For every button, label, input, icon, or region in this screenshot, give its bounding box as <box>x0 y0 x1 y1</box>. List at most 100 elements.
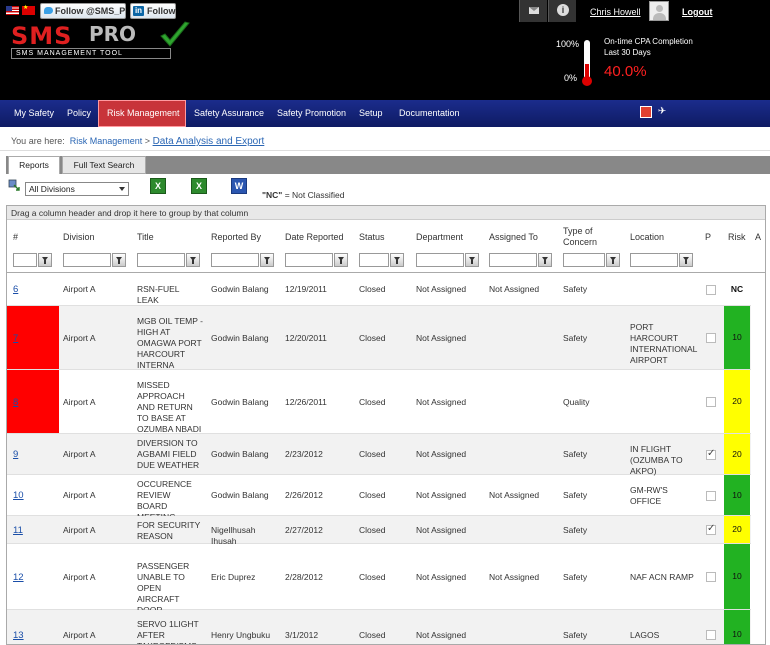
report-id-link[interactable]: 9 <box>13 449 18 460</box>
filter-icon[interactable] <box>606 253 620 267</box>
linkedin-follow-button[interactable]: in Follow <box>130 3 176 19</box>
filter-icon[interactable] <box>538 253 552 267</box>
col-header-a[interactable]: A <box>755 232 761 243</box>
p-checkbox[interactable] <box>706 490 716 501</box>
p-checkbox[interactable] <box>706 397 716 407</box>
col-header-location[interactable]: Location <box>630 232 664 243</box>
col-header-status[interactable]: Status <box>359 232 385 243</box>
tab-reports[interactable]: Reports <box>8 156 60 174</box>
alert-icon[interactable] <box>640 106 652 118</box>
cell-department: Not Assigned <box>416 332 467 343</box>
table-row[interactable]: 10Airport AOCCURENCE REVIEW BOARD MEETIN… <box>7 475 765 522</box>
filter-input-concern[interactable] <box>563 253 605 267</box>
filter-input-status[interactable] <box>359 253 389 267</box>
risk-score: 20 <box>724 516 750 543</box>
table-row[interactable]: 11 Airport A FOR SECURITY REASON Nigellhusa… <box>7 516 765 546</box>
avatar[interactable] <box>649 1 669 21</box>
p-checkbox[interactable] <box>706 523 716 535</box>
filter-input-title[interactable] <box>137 253 185 267</box>
filter-input-assigned-to[interactable] <box>489 253 537 267</box>
flag-us-icon[interactable] <box>6 6 19 15</box>
col-header-department[interactable]: Department <box>416 232 463 243</box>
info-icon[interactable] <box>548 0 576 22</box>
sms-pro-logo[interactable]: SMS PRO SMS MANAGEMENT TOOL <box>11 21 193 82</box>
filter-input-division[interactable] <box>63 253 111 267</box>
table-row[interactable]: 7 Airport A MGB OIL TEMP -HIGH AT OMAGWA P… <box>7 306 765 370</box>
filter-icon[interactable] <box>260 253 274 267</box>
word-export-icon[interactable]: W <box>231 178 247 194</box>
col-header-id[interactable]: # <box>13 232 18 243</box>
col-header-risk[interactable]: Risk <box>728 232 746 243</box>
table-row[interactable]: 6 Airport A RSN-FUEL LEAK Godwin Balang 12/1… <box>7 273 765 306</box>
report-id-link[interactable]: 6 <box>13 284 18 295</box>
excel-export-icon[interactable]: X <box>150 178 166 194</box>
grid-right-gutter <box>751 273 765 644</box>
filter-input-date[interactable] <box>285 253 333 267</box>
col-header-date-reported[interactable]: Date Reported <box>285 232 344 243</box>
nav-setup[interactable]: Setup <box>351 100 391 127</box>
filter-input-id[interactable] <box>13 253 37 267</box>
nav-risk-management[interactable]: Risk Management <box>98 100 186 127</box>
col-header-assigned-to[interactable]: Assigned To <box>489 232 538 243</box>
col-header-title[interactable]: Title <box>137 232 154 243</box>
report-id-link[interactable]: 10 <box>13 490 24 501</box>
risk-score: 20 <box>724 370 750 433</box>
p-checkbox[interactable] <box>706 572 716 582</box>
division-select[interactable]: All Divisions <box>25 182 129 196</box>
filter-icon[interactable] <box>334 253 348 267</box>
cell-concern: Safety <box>563 332 588 343</box>
filter-icon[interactable] <box>38 253 52 267</box>
filter-icon[interactable] <box>186 253 200 267</box>
risk-score: NC <box>730 284 744 294</box>
nc-legend-code: "NC" <box>262 190 283 200</box>
table-row[interactable]: 12 Airport A PASSENGER UNABLE TO OPEN AIRC… <box>7 544 765 615</box>
col-header-p[interactable]: P <box>705 232 711 243</box>
logout-link[interactable]: Logout <box>682 7 713 17</box>
excel-export-all-icon[interactable]: X <box>191 178 207 194</box>
report-id-link[interactable]: 11 <box>13 525 23 536</box>
report-id-link[interactable]: 8 <box>13 397 18 408</box>
nav-policy[interactable]: Policy <box>59 100 99 127</box>
nav-documentation[interactable]: Documentation <box>391 100 468 127</box>
p-checkbox[interactable] <box>706 448 716 460</box>
p-checkbox[interactable] <box>706 284 716 295</box>
nav-safety-assurance[interactable]: Safety Assurance <box>186 100 272 127</box>
column-settings-icon[interactable] <box>8 179 20 191</box>
col-header-type-of-concern[interactable]: Type of Concern <box>563 226 623 248</box>
filter-icon[interactable] <box>112 253 126 267</box>
col-header-reported-by[interactable]: Reported By <box>211 232 261 243</box>
filter-input-department[interactable] <box>416 253 464 267</box>
cell-title: PASSENGER UNABLE TO OPEN AIRCRAFT DOOR <box>137 560 190 615</box>
filter-icon[interactable] <box>679 253 693 267</box>
col-header-division[interactable]: Division <box>63 232 95 243</box>
filter-input-location[interactable] <box>630 253 678 267</box>
filter-icon[interactable] <box>390 253 404 267</box>
cell-date: 2/27/2012 <box>285 524 323 535</box>
flag-cn-icon[interactable] <box>22 4 35 15</box>
table-row[interactable]: 9 Airport A DIVERSION TO AGBAMI FIELD DUE … <box>7 434 765 476</box>
cell-concern: Quality <box>563 396 590 407</box>
tab-full-text-search[interactable]: Full Text Search <box>62 156 146 174</box>
breadcrumb-parent-link[interactable]: Risk Management <box>70 136 143 146</box>
plane-icon[interactable]: ✈ <box>656 106 668 118</box>
table-row[interactable]: 8 Airport A MISSED APPROACH AND RETURN TO … <box>7 370 765 434</box>
breadcrumb: You are here: Risk Management > Data Ana… <box>11 136 264 147</box>
filter-icon[interactable] <box>465 253 479 267</box>
group-by-drop-zone[interactable]: Drag a column header and drop it here to… <box>7 206 765 220</box>
twitter-icon <box>44 7 53 14</box>
filter-input-reported-by[interactable] <box>211 253 259 267</box>
report-id-link[interactable]: 13 <box>13 630 24 641</box>
report-id-link[interactable]: 12 <box>13 572 24 583</box>
mail-icon[interactable] <box>519 0 547 22</box>
p-checkbox[interactable] <box>706 333 716 343</box>
twitter-follow-button[interactable]: Follow @SMS_Pro <box>40 3 126 19</box>
user-name-link[interactable]: Chris Howell <box>590 7 641 17</box>
breadcrumb-current[interactable]: Data Analysis and Export <box>153 136 265 147</box>
nav-safety-promotion[interactable]: Safety Promotion <box>269 100 354 127</box>
reports-grid: Drag a column header and drop it here to… <box>6 205 766 645</box>
cell-department: Not Assigned <box>416 490 467 500</box>
nav-my-safety[interactable]: My Safety <box>6 100 62 127</box>
report-id-link[interactable]: 7 <box>13 333 18 344</box>
p-checkbox[interactable] <box>706 630 716 640</box>
table-row[interactable]: 13 Airport A SERVO 1LIGHT AFTER TAKEOFF(SM… <box>7 610 765 644</box>
